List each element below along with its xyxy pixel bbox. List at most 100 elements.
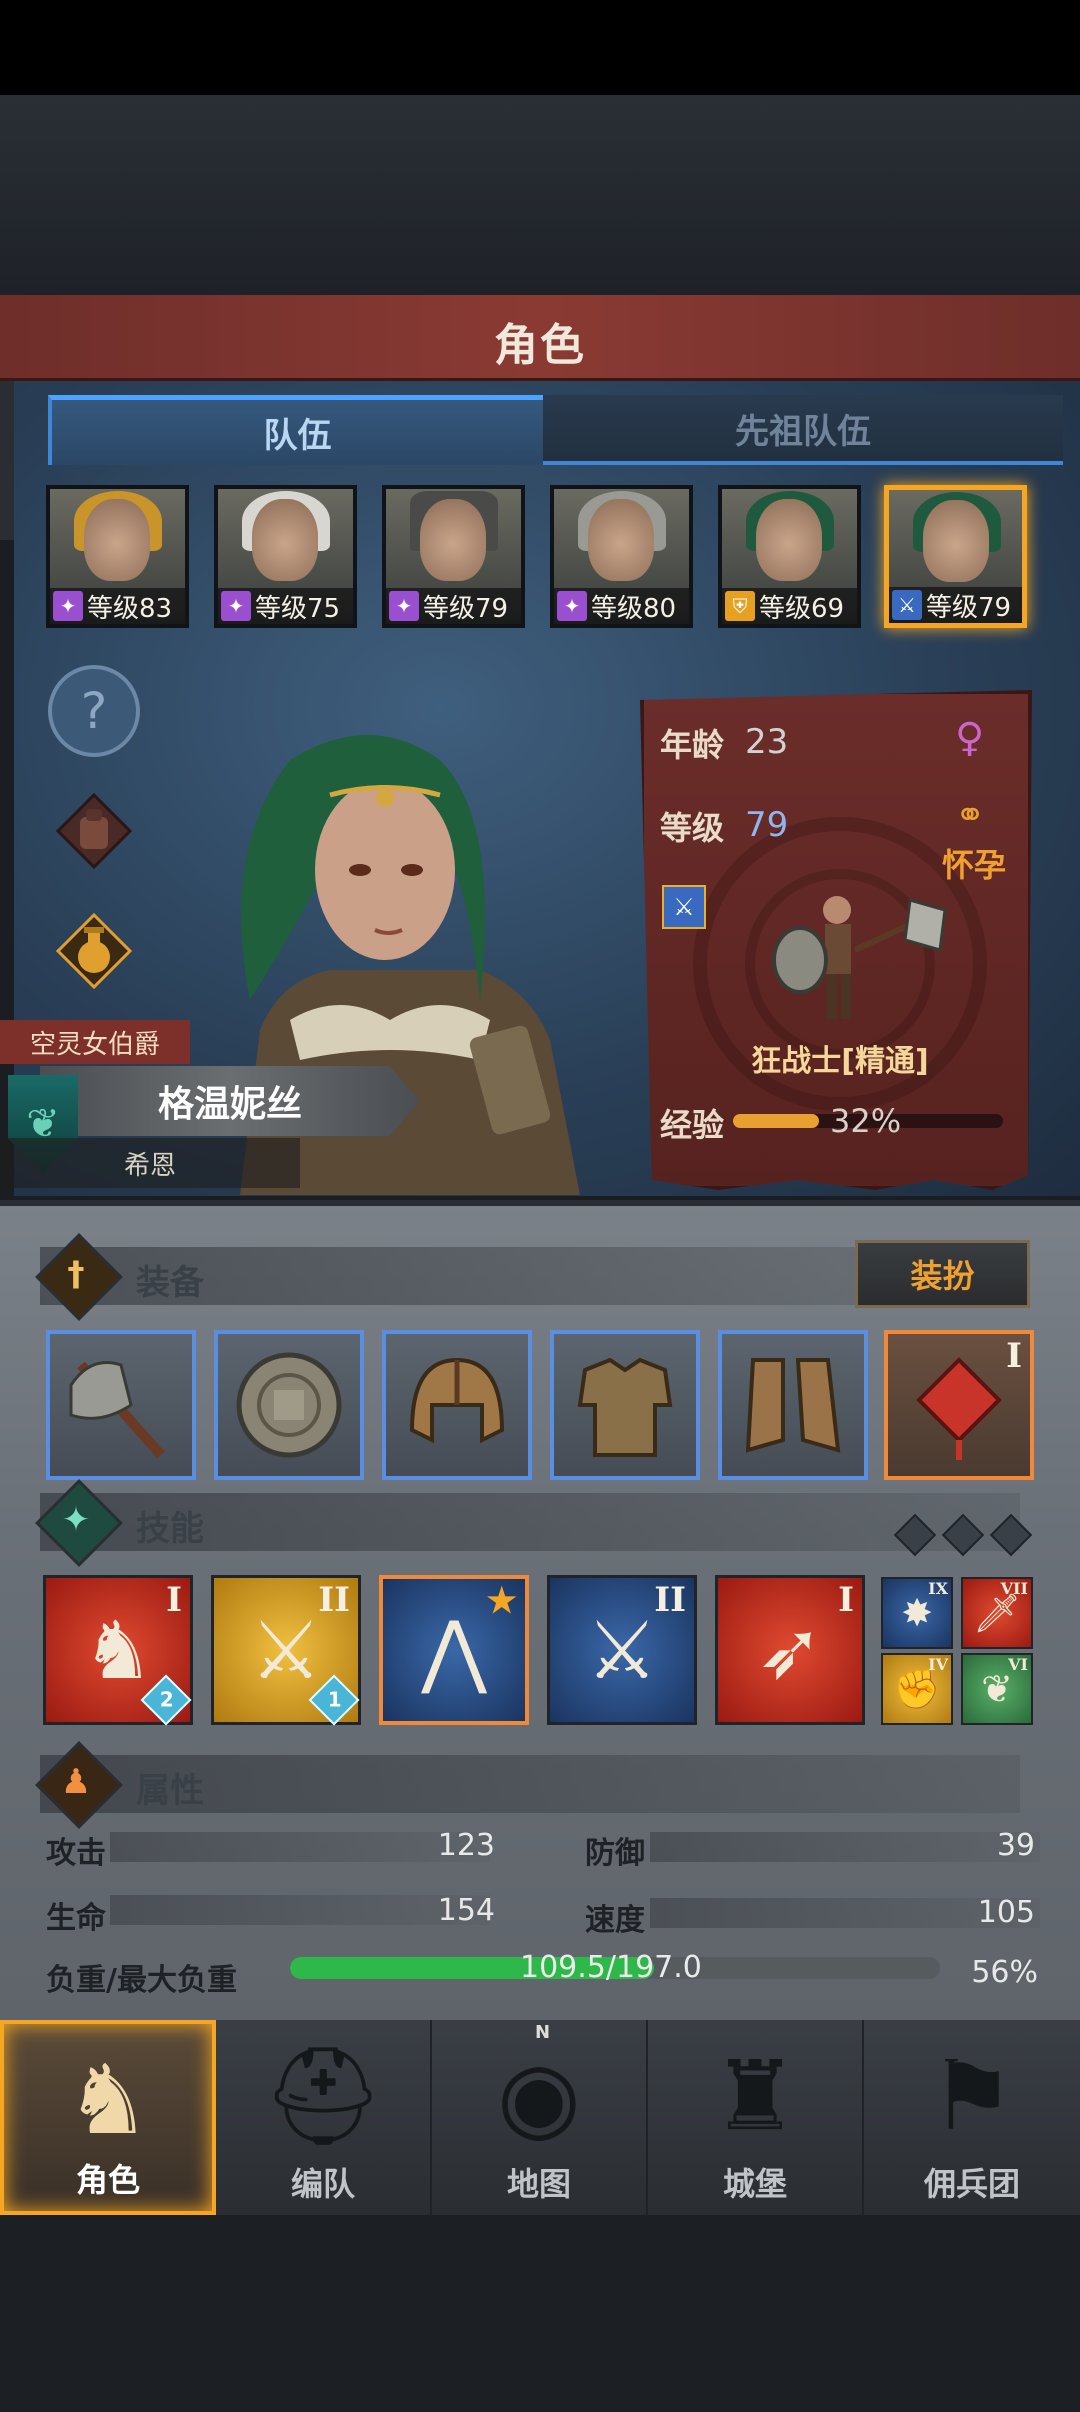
tab-ancestor-team[interactable]: 先祖队伍 bbox=[543, 395, 1063, 465]
level-label: 等级 bbox=[660, 809, 725, 847]
sword-cross-icon: ⚔ bbox=[250, 1603, 322, 1697]
helmet-icon bbox=[409, 1357, 505, 1444]
mercenary-icon: ⚑ bbox=[928, 2040, 1016, 2152]
backpack-icon bbox=[55, 792, 133, 870]
hero-portrait bbox=[756, 499, 822, 581]
hero-portrait bbox=[252, 499, 318, 581]
sword-icon: ⚔ bbox=[892, 590, 922, 620]
hero-level: 等级79 bbox=[926, 592, 1012, 623]
hero-slot-2[interactable]: ✦ 等级75 bbox=[214, 485, 357, 628]
star-icon: ★ bbox=[486, 1581, 517, 1621]
nav-map[interactable]: ◉ 地图 bbox=[432, 2020, 648, 2215]
dagger-emblem-icon: † bbox=[67, 1254, 85, 1294]
skill-rank: II bbox=[654, 1580, 686, 1620]
nav-label: 地图 bbox=[506, 2165, 571, 2203]
class-sword-icon: ⚔ bbox=[662, 885, 706, 929]
bottom-background bbox=[0, 2215, 1080, 2412]
target-horse-icon: ♞ bbox=[82, 1603, 154, 1697]
nav-character[interactable]: ♞ 角色 bbox=[0, 2020, 216, 2215]
helmet-group-icon: ⛑ bbox=[262, 2040, 384, 2152]
equip-slot-boots[interactable] bbox=[718, 1330, 868, 1480]
hero-level: 等级83 bbox=[87, 593, 173, 624]
claw-icon: ⋀ bbox=[421, 1603, 487, 1697]
compass-map-icon: ◉ bbox=[497, 2040, 581, 2152]
trinket-rank: I bbox=[1006, 1336, 1022, 1376]
armor-icon bbox=[577, 1357, 673, 1457]
skill-5[interactable]: ➶ I bbox=[715, 1575, 865, 1725]
exp-label: 经验 bbox=[660, 1106, 725, 1144]
skill-1[interactable]: ♞ I 2 bbox=[43, 1575, 193, 1726]
load-percent: 56% bbox=[971, 1955, 1038, 1990]
potion-button[interactable] bbox=[48, 905, 140, 997]
round-shield-icon bbox=[236, 1352, 342, 1458]
nav-formation[interactable]: ⛑ 编队 bbox=[216, 2020, 432, 2215]
hero-level: 等级79 bbox=[423, 593, 509, 624]
skill-mini-3[interactable]: ✊ IV bbox=[881, 1653, 953, 1725]
bow-icon: ➶ bbox=[756, 1603, 824, 1697]
skill-mini-2[interactable]: 🗡 VII bbox=[961, 1577, 1033, 1649]
skill-2[interactable]: ⚔ II 1 bbox=[211, 1575, 361, 1726]
inventory-button[interactable] bbox=[48, 785, 140, 877]
status-bar-area bbox=[0, 0, 1080, 95]
wand-icon: ✦ bbox=[53, 591, 83, 621]
question-icon: ? bbox=[80, 682, 108, 740]
equip-slot-shield[interactable] bbox=[214, 1330, 364, 1480]
character-title: 空灵女伯爵 bbox=[0, 1020, 190, 1064]
equip-slot-armor[interactable] bbox=[550, 1330, 700, 1480]
ring-icon: ⚭ bbox=[955, 795, 986, 836]
star-emblem-icon: ✦ bbox=[61, 1500, 91, 1540]
charm-knot-icon bbox=[916, 1357, 1002, 1460]
hero-level: 等级80 bbox=[591, 593, 677, 624]
attack-label: 攻击 bbox=[46, 1836, 106, 1871]
defense-label: 防御 bbox=[585, 1836, 645, 1871]
character-name[interactable]: 格温妮丝 bbox=[40, 1066, 420, 1136]
nav-label: 编队 bbox=[290, 2165, 355, 2203]
class-name: 狂战士[精通] bbox=[751, 1044, 929, 1079]
hero-portrait bbox=[588, 499, 654, 581]
hp-label: 生命 bbox=[46, 1901, 106, 1936]
age-value: 23 bbox=[745, 722, 789, 762]
level-value: 79 bbox=[745, 805, 789, 845]
skills-title: 技能 bbox=[136, 1509, 204, 1549]
sword-slash-icon: ⚔ bbox=[586, 1603, 658, 1697]
hero-portrait bbox=[84, 499, 150, 581]
skill-rank: II bbox=[318, 1580, 350, 1620]
dress-up-button[interactable]: 装扮 bbox=[855, 1240, 1030, 1308]
speed-value: 105 bbox=[977, 1895, 1035, 1930]
castle-icon: ♜ bbox=[711, 2040, 799, 2152]
axe-icon bbox=[69, 1361, 165, 1459]
hero-slot-1[interactable]: ✦ 等级83 bbox=[46, 485, 189, 628]
help-button[interactable]: ? bbox=[48, 665, 140, 757]
skill-4[interactable]: ⚔ II bbox=[547, 1575, 697, 1725]
class-figure-icon bbox=[772, 896, 947, 1019]
wand-icon: ✦ bbox=[221, 591, 251, 621]
equip-slot-trinket[interactable]: I bbox=[884, 1330, 1034, 1480]
age-label: 年龄 bbox=[660, 726, 725, 764]
tab-team[interactable]: 队伍 bbox=[48, 395, 543, 465]
speed-label: 速度 bbox=[585, 1903, 645, 1938]
equip-slot-weapon[interactable] bbox=[46, 1330, 196, 1480]
exp-bar-fill bbox=[733, 1114, 820, 1128]
defense-value: 39 bbox=[996, 1828, 1035, 1863]
potion-icon bbox=[55, 912, 133, 990]
attack-value: 123 bbox=[437, 1828, 495, 1863]
skill-mini-4[interactable]: ❦ VI bbox=[961, 1653, 1033, 1725]
equip-slot-helmet[interactable] bbox=[382, 1330, 532, 1480]
hero-portrait bbox=[420, 499, 486, 581]
hp-value: 154 bbox=[437, 1893, 495, 1928]
wand-icon: ✦ bbox=[557, 591, 587, 621]
shield-icon: ⛨ bbox=[725, 591, 755, 621]
hero-portrait bbox=[923, 500, 989, 582]
skill-mini-1[interactable]: ✸ IX bbox=[881, 1577, 953, 1649]
female-icon: ♀ bbox=[955, 715, 985, 761]
nav-label: 城堡 bbox=[722, 2165, 787, 2203]
skill-3[interactable]: ⋀ ★ bbox=[379, 1575, 529, 1725]
hero-slot-5[interactable]: ⛨ 等级69 bbox=[718, 485, 861, 628]
hero-slot-4[interactable]: ✦ 等级80 bbox=[550, 485, 693, 628]
load-label: 负重/最大负重 bbox=[46, 1963, 237, 1998]
nav-mercenary[interactable]: ⚑ 佣兵团 bbox=[864, 2020, 1080, 2215]
hero-slot-3[interactable]: ✦ 等级79 bbox=[382, 485, 525, 628]
boots-icon bbox=[745, 1358, 841, 1453]
nav-castle[interactable]: ♜ 城堡 bbox=[648, 2020, 864, 2215]
hero-slot-6-selected[interactable]: ⚔ 等级79 bbox=[884, 485, 1027, 628]
